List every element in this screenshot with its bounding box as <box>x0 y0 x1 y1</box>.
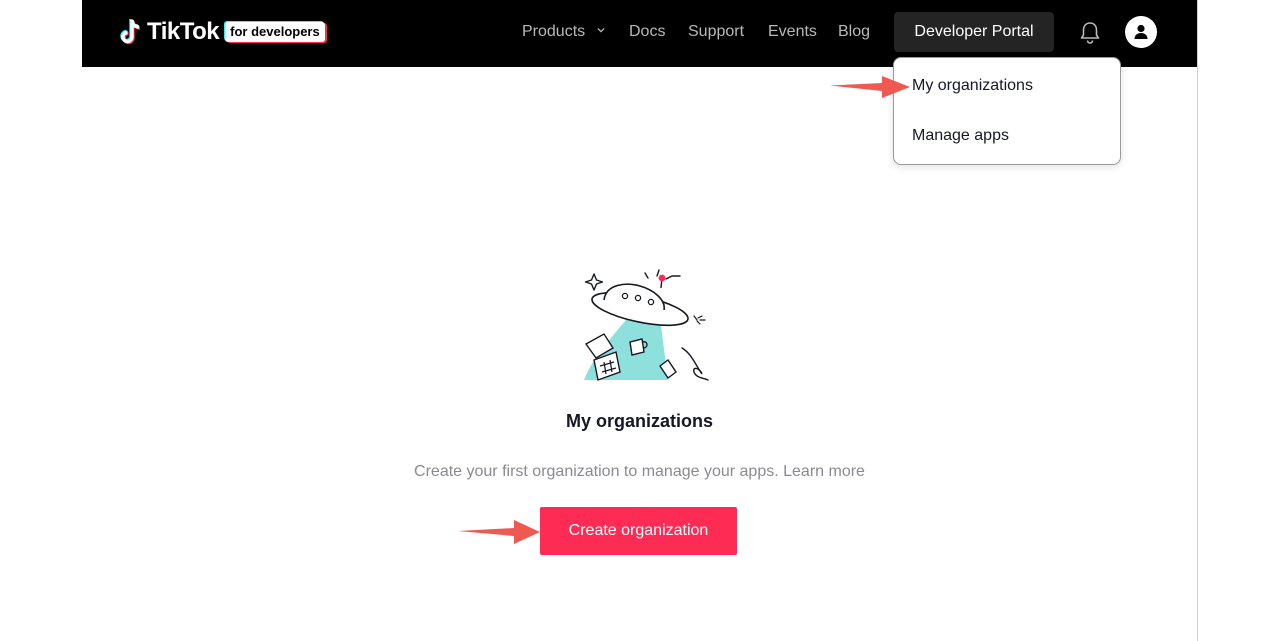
subtitle-text: Create your first organization to manage… <box>414 463 779 480</box>
chevron-down-icon <box>596 27 605 33</box>
tiktok-note-icon <box>120 18 141 45</box>
nav-support[interactable]: Support <box>688 22 744 42</box>
nav-events[interactable]: Events <box>768 22 817 42</box>
ufo-illustration <box>584 269 709 381</box>
page-subtitle: Create your first organization to manage… <box>82 463 1197 481</box>
annotation-arrow-menu <box>830 76 910 98</box>
nav-products-label: Products <box>522 23 586 40</box>
tiktok-developers-logo[interactable]: TikTok for developers <box>120 17 325 47</box>
learn-more-link[interactable]: Learn more <box>783 463 865 480</box>
brand-badge: for developers <box>225 22 325 42</box>
page-title: My organizations <box>565 411 713 431</box>
user-avatar-icon <box>1134 24 1148 39</box>
developer-portal-button[interactable]: Developer Portal <box>894 12 1054 52</box>
nav-products[interactable]: Products <box>522 22 605 42</box>
create-organization-button[interactable]: Create organization <box>540 507 737 555</box>
bell-icon[interactable] <box>1079 20 1101 44</box>
menu-item-manage-apps[interactable]: Manage apps <box>912 127 1009 145</box>
user-avatar[interactable] <box>1125 16 1157 48</box>
developer-portal-dropdown: My organizations Manage apps <box>893 57 1121 165</box>
menu-item-my-organizations[interactable]: My organizations <box>912 77 1033 95</box>
nav-docs[interactable]: Docs <box>629 22 665 42</box>
annotation-arrow-button <box>458 520 540 544</box>
page-frame: TikTok for developers Products Docs Supp… <box>82 0 1198 641</box>
nav-blog[interactable]: Blog <box>838 22 870 42</box>
brand-name: TikTok <box>147 18 220 45</box>
